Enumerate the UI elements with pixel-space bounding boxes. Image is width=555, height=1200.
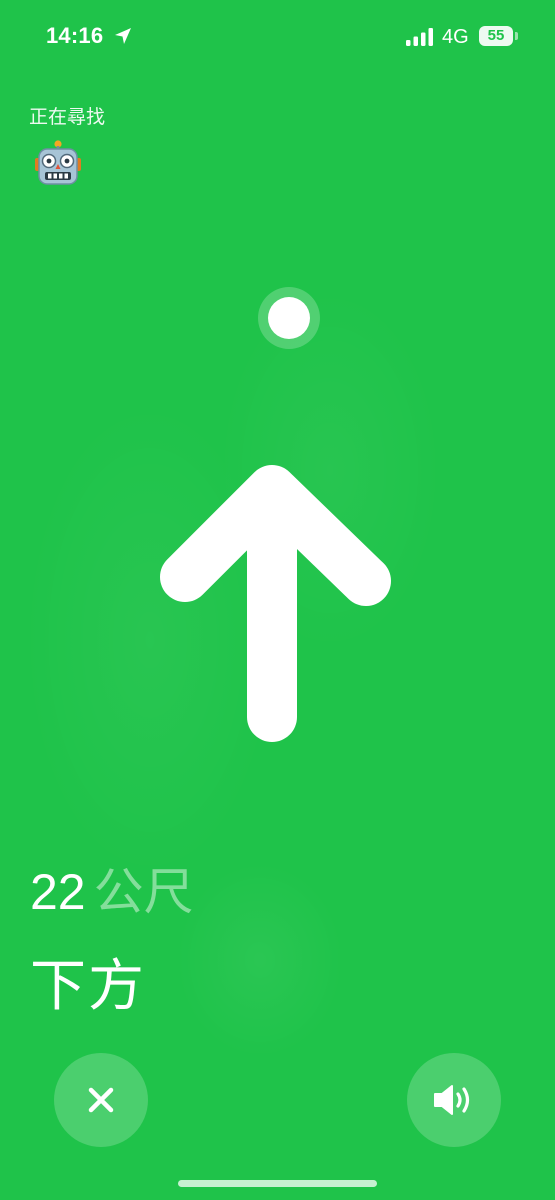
distance-unit: 公尺 <box>93 864 194 920</box>
battery-nub <box>515 32 518 40</box>
close-icon <box>88 1087 114 1113</box>
up-arrow-icon <box>160 465 391 742</box>
status-time: 14:16 <box>46 23 104 48</box>
status-bar: 14:16 4G 55 <box>0 0 555 72</box>
battery-level: 55 <box>487 27 505 44</box>
direction-text: 下方 <box>30 954 146 1017</box>
robot-face-icon <box>35 140 81 185</box>
home-indicator[interactable] <box>178 1180 377 1187</box>
battery-icon: 55 <box>479 26 513 46</box>
location-arrow-icon <box>115 28 131 44</box>
sound-button[interactable] <box>407 1053 501 1147</box>
network-type: 4G <box>442 26 469 48</box>
speaker-icon <box>434 1085 470 1115</box>
close-button[interactable] <box>54 1053 148 1147</box>
distance-value: 22 <box>30 864 86 920</box>
target-dot <box>268 297 310 339</box>
finding-label: 正在尋找 <box>29 107 106 128</box>
precision-finding-screen: 14:16 4G 55 正在尋找 22 公尺 下方 <box>0 0 555 1200</box>
cellular-signal-icon <box>406 28 433 46</box>
distance-readout: 22 公尺 <box>30 852 194 932</box>
